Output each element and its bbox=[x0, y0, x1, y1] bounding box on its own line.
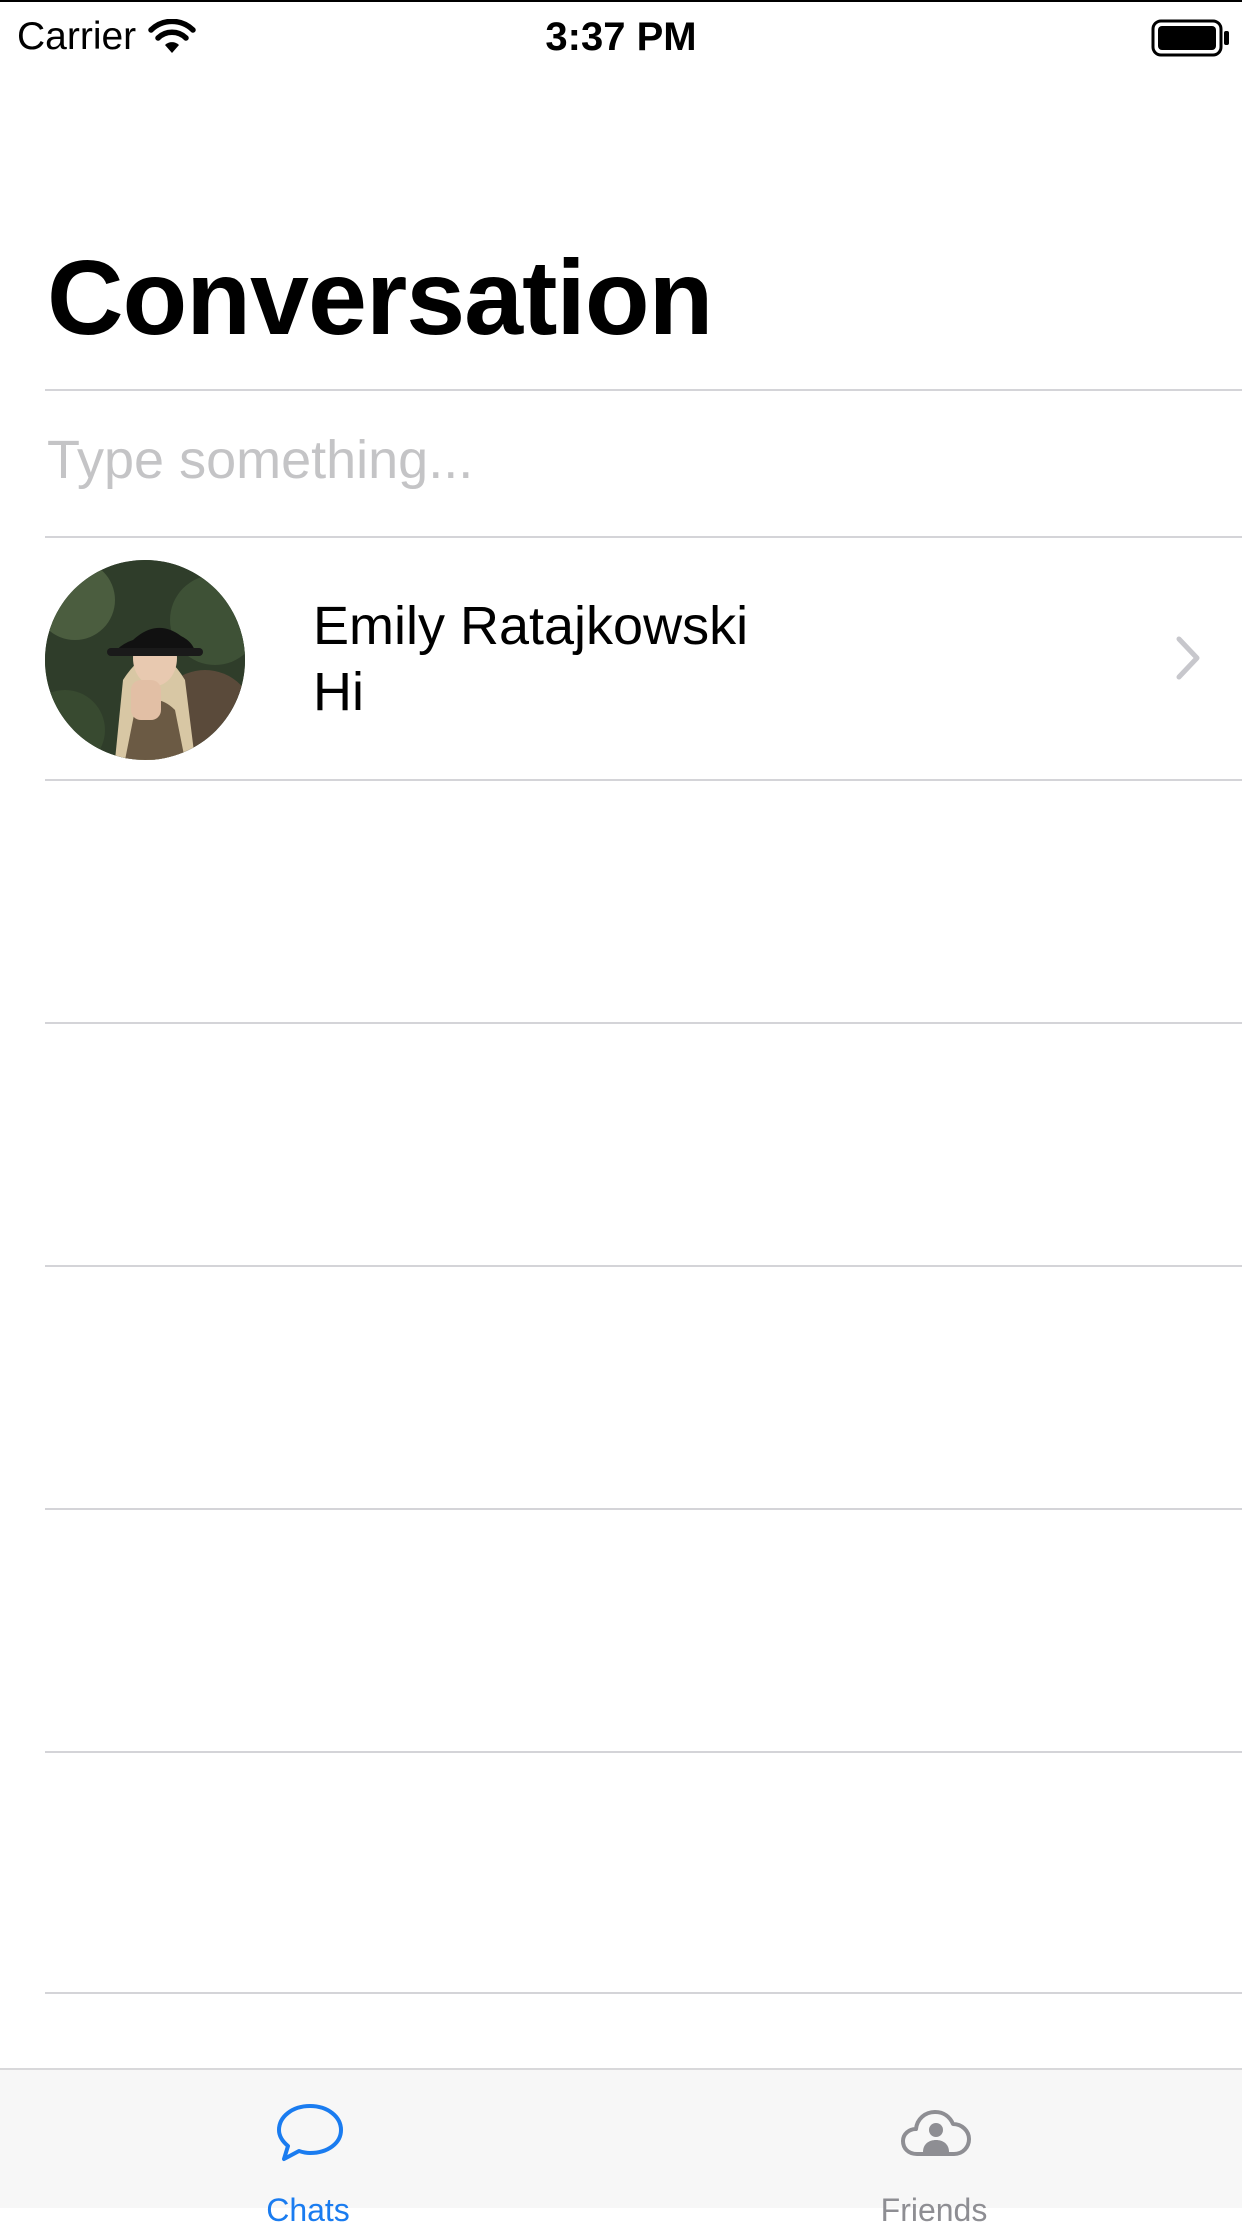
battery-full-icon bbox=[1151, 19, 1231, 57]
chevron-right-icon bbox=[1174, 635, 1202, 681]
chat-bubble-icon bbox=[275, 2102, 345, 2162]
status-time: 3:37 PM bbox=[545, 15, 697, 59]
status-bar: Carrier 3:37 PM bbox=[0, 0, 1242, 70]
empty-list-row bbox=[0, 1753, 1242, 1992]
empty-list-row bbox=[0, 781, 1242, 1022]
empty-list-row bbox=[0, 1510, 1242, 1751]
contact-name: Emily Ratajkowski bbox=[313, 596, 749, 656]
cloud-person-icon bbox=[899, 2102, 973, 2160]
tab-label-friends: Friends bbox=[880, 2192, 988, 2228]
tab-chats[interactable]: Chats bbox=[0, 2070, 621, 2228]
empty-list-row bbox=[0, 1267, 1242, 1508]
last-message: Hi bbox=[313, 662, 364, 722]
avatar bbox=[45, 560, 245, 760]
search-input[interactable] bbox=[47, 395, 1197, 525]
row-divider bbox=[45, 1992, 1242, 1994]
title-divider bbox=[45, 389, 1242, 391]
conversation-row[interactable]: Emily Ratajkowski Hi bbox=[0, 538, 1242, 780]
tab-friends[interactable]: Friends bbox=[621, 2070, 1242, 2228]
tab-bar: Chats Friends bbox=[0, 2068, 1242, 2228]
empty-list-row bbox=[0, 1024, 1242, 1265]
page-title: Conversation bbox=[47, 239, 713, 357]
